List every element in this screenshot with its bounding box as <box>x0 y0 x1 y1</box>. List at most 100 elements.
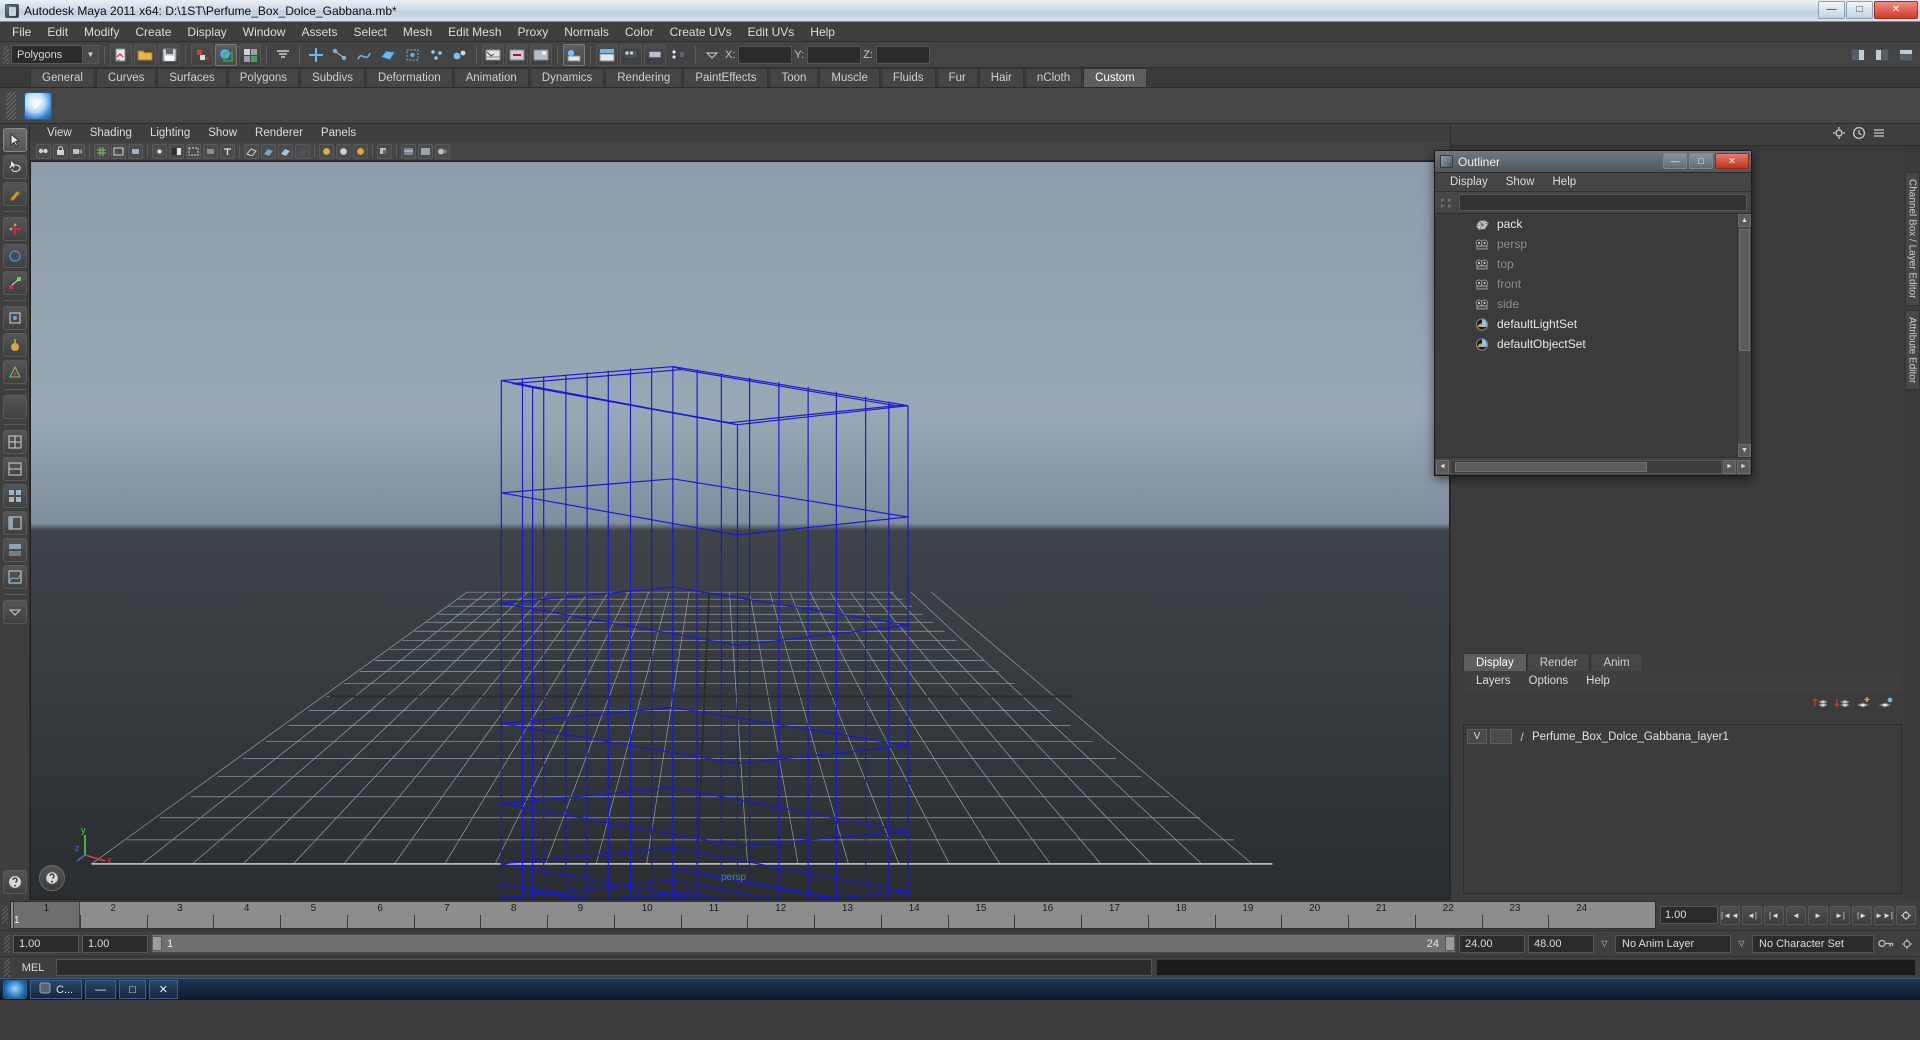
shelf-tab-hair[interactable]: Hair <box>978 68 1024 87</box>
menu-proxy[interactable]: Proxy <box>510 23 557 41</box>
taskbar-maya-item[interactable]: C... <box>30 980 83 999</box>
toggle-sidebar-icon[interactable] <box>563 43 585 66</box>
layer-name[interactable]: Perfume_Box_Dolce_Gabbana_layer1 <box>1532 731 1729 743</box>
range-grip[interactable] <box>4 934 10 953</box>
menu-edit-uvs[interactable]: Edit UVs <box>740 23 803 41</box>
playback-end-field[interactable]: 24.00 <box>1459 934 1525 953</box>
render-settings-icon[interactable] <box>530 43 552 66</box>
outliner-item-side[interactable]: side <box>1435 294 1751 314</box>
shelf-check-icon[interactable]: ✓ <box>24 91 52 120</box>
layout-single-pane-icon[interactable] <box>2 430 27 454</box>
start-orb-icon[interactable] <box>3 980 27 999</box>
outliner-item-pack[interactable]: pack <box>1435 214 1751 234</box>
coordinate-x-input[interactable] <box>738 45 793 64</box>
playback-start-field[interactable]: 1.00 <box>82 934 148 953</box>
snap-settings-icon[interactable] <box>272 44 294 66</box>
layout-hypershade-icon[interactable] <box>2 538 27 562</box>
render-current-frame-icon[interactable] <box>482 43 504 66</box>
menu-modify[interactable]: Modify <box>76 23 127 41</box>
new-layer-icon[interactable] <box>1856 696 1872 710</box>
show-hide-editor-icon[interactable] <box>596 43 618 66</box>
film-gate-icon[interactable] <box>111 143 126 159</box>
viewport-menu-show[interactable]: Show <box>199 126 246 140</box>
outliner-search-input[interactable] <box>1459 194 1747 211</box>
menu-display[interactable]: Display <box>179 23 234 41</box>
step-back-key-button[interactable]: ◄| <box>1742 905 1762 925</box>
viewport-menu-lighting[interactable]: Lighting <box>141 126 199 140</box>
menu-edit[interactable]: Edit <box>39 23 76 41</box>
character-set-dropdown-icon[interactable]: ▽ <box>1734 935 1749 953</box>
chevron-down-icon[interactable] <box>701 44 723 66</box>
outliner-expand-icon[interactable] <box>1439 195 1455 210</box>
snap-to-point-icon[interactable] <box>353 44 375 66</box>
coordinate-z-input[interactable] <box>875 45 930 64</box>
outliner-menu-display[interactable]: Display <box>1441 176 1497 188</box>
step-back-frame-button[interactable]: |◄ <box>1764 905 1784 925</box>
coordinate-y-input[interactable] <box>807 45 862 64</box>
move-layer-down-icon[interactable] <box>1834 696 1851 710</box>
universal-manipulator-icon[interactable] <box>2 306 27 330</box>
screen-space-ao-icon[interactable] <box>418 143 433 159</box>
outliner-tree[interactable]: pack persp top front side defaultLightSe… <box>1435 213 1751 457</box>
character-set-field[interactable]: No Character Set <box>1752 934 1874 953</box>
shelf-tab-muscle[interactable]: Muscle <box>819 68 880 87</box>
shelf-tab-fur[interactable]: Fur <box>936 68 978 87</box>
layer-row[interactable]: V / Perfume_Box_Dolce_Gabbana_layer1 <box>1464 728 1901 745</box>
grid-toggle-icon[interactable] <box>94 143 109 159</box>
viewport-menu-shading[interactable]: Shading <box>81 126 141 140</box>
camera-attributes-icon[interactable] <box>70 143 85 159</box>
new-scene-icon[interactable] <box>110 43 132 66</box>
move-layer-up-icon[interactable] <box>1812 696 1829 710</box>
layout-two-pane-icon[interactable] <box>2 457 27 481</box>
go-to-start-button[interactable]: |◄◄ <box>1720 905 1740 925</box>
layout-four-pane-icon[interactable] <box>2 484 27 508</box>
play-backwards-button[interactable]: ◄ <box>1786 905 1806 925</box>
outliner-hscroll-track[interactable] <box>1450 459 1722 474</box>
layer-color-swatch-icon[interactable]: / <box>1515 729 1529 744</box>
outliner-close-button[interactable]: ✕ <box>1715 153 1749 169</box>
viewport-menu-panels[interactable]: Panels <box>312 126 365 140</box>
gamma-icon[interactable] <box>169 143 184 159</box>
menu-create[interactable]: Create <box>127 23 179 41</box>
shelf-tab-fluids[interactable]: Fluids <box>880 68 936 87</box>
menu-mesh[interactable]: Mesh <box>395 23 440 41</box>
taskbar-window-minimize[interactable]: — <box>85 980 117 999</box>
command-language-label[interactable]: MEL <box>14 962 52 974</box>
window-maximize-button[interactable]: □ <box>1846 1 1873 19</box>
show-channel-box-icon[interactable] <box>1847 44 1869 66</box>
channel-box-settings-icon[interactable] <box>1832 126 1846 143</box>
layer-list[interactable]: V / Perfume_Box_Dolce_Gabbana_layer1 <box>1463 724 1902 894</box>
timeline-grip[interactable] <box>2 906 8 924</box>
command-input[interactable] <box>56 959 1152 976</box>
texture-display-icon[interactable] <box>401 143 416 159</box>
outliner-scroll-thumb[interactable] <box>1739 229 1750 351</box>
shelf-tab-general[interactable]: General <box>30 68 95 87</box>
snap-to-curve-icon[interactable] <box>329 44 351 66</box>
last-tool-used-icon[interactable] <box>2 395 27 419</box>
layer-visibility-toggle[interactable]: V <box>1467 729 1487 744</box>
outliner-item-persp[interactable]: persp <box>1435 234 1751 254</box>
scroll-down-arrow-icon[interactable]: ▼ <box>1738 444 1751 457</box>
snap-to-view-plane-icon[interactable] <box>401 44 423 66</box>
viewport-menu-view[interactable]: View <box>38 126 81 140</box>
window-close-button[interactable]: ✕ <box>1874 1 1918 19</box>
layer-tab-display[interactable]: Display <box>1463 653 1527 671</box>
taskbar-window-restore[interactable]: □ <box>119 980 146 999</box>
shelf-tab-polygons[interactable]: Polygons <box>227 68 300 87</box>
selection-mode-dropdown[interactable]: Polygons ▼ <box>11 45 99 64</box>
menu-select[interactable]: Select <box>345 23 394 41</box>
rotate-tool-icon[interactable] <box>2 244 27 268</box>
range-slider[interactable]: 1 24 <box>151 934 1456 953</box>
play-forwards-button[interactable]: ► <box>1808 905 1828 925</box>
step-forward-key-button[interactable]: |► <box>1852 905 1872 925</box>
shelf-tab-curves[interactable]: Curves <box>95 68 157 87</box>
wireframe-on-shaded-icon[interactable] <box>319 143 334 159</box>
outliner-item-defaultlightset[interactable]: defaultLightSet <box>1435 314 1751 334</box>
undo-icon[interactable] <box>191 43 213 66</box>
menu-window[interactable]: Window <box>235 23 294 41</box>
soft-modification-icon[interactable] <box>2 333 27 357</box>
shadows-icon[interactable] <box>377 143 392 159</box>
select-tool-icon[interactable] <box>2 128 27 152</box>
make-live-icon[interactable] <box>425 44 447 66</box>
taskbar-window-close[interactable]: ✕ <box>148 980 178 999</box>
